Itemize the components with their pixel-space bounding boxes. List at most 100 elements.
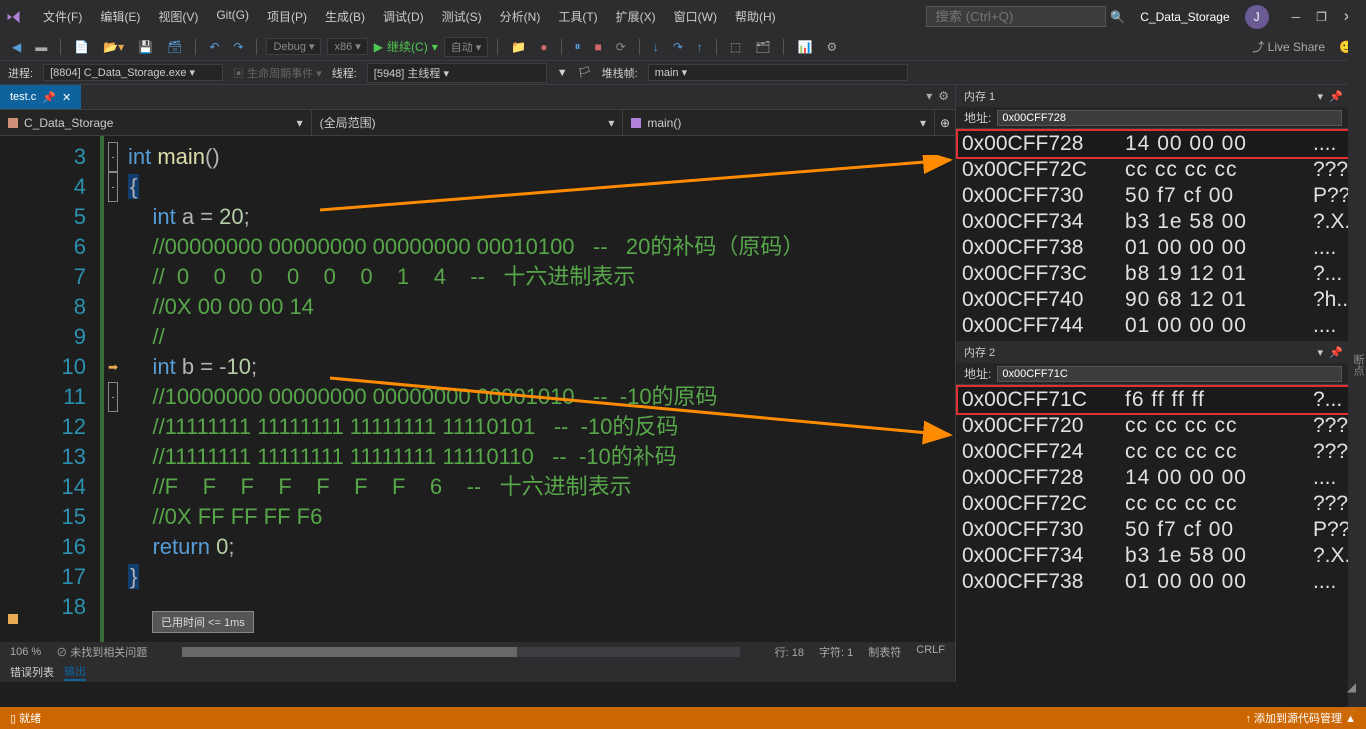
step-out-icon[interactable]: ↑: [693, 38, 707, 56]
menu-item[interactable]: 帮助(H): [727, 4, 784, 29]
source-control-add[interactable]: ↑ 添加到源代码管理 ▲: [1246, 710, 1357, 726]
memory-row: 0x00CFF724cc cc cc cc????: [958, 439, 1364, 465]
step-over-icon[interactable]: ↷: [669, 38, 687, 56]
minimize-icon[interactable]: ─: [1292, 10, 1301, 24]
editor-tabbar: test.c 📌 ✕ ▾ ⚙: [0, 85, 955, 110]
auto-dropdown[interactable]: 自动 ▾: [444, 37, 489, 57]
dropdown-icon[interactable]: ▾: [1318, 346, 1324, 359]
memory-row: 0x00CFF73Cb8 19 12 01?...: [958, 261, 1364, 287]
pin-icon[interactable]: 📌: [1329, 90, 1343, 103]
close-tab-icon[interactable]: ✕: [62, 91, 71, 104]
nav-breadcrumb: C_Data_Storage▾ (全局范围)▾ main()▾ ⊕: [0, 110, 955, 136]
msbuild-icon[interactable]: 📊: [793, 38, 816, 56]
memory-row: 0x00CFF71Cf6 ff ff ff?...: [958, 387, 1364, 413]
nav-fwd-icon[interactable]: ▬: [31, 38, 51, 56]
step-into-icon[interactable]: ↓: [649, 38, 663, 56]
debug-bar: 进程: [8804] C_Data_Storage.exe ▾ ▣ 生命周期事件…: [0, 61, 1366, 85]
memory-row: 0x00CFF72Ccc cc cc cc????: [958, 157, 1364, 183]
pin-icon[interactable]: 📌: [42, 91, 56, 104]
open-file-icon[interactable]: 📂▾: [99, 38, 128, 56]
restart-icon[interactable]: ⟳: [612, 38, 630, 56]
line-numbers: 3456789101112131415161718: [0, 136, 100, 642]
lifecycle-label: ▣ 生命周期事件 ▾: [233, 65, 322, 81]
resize-handle-icon[interactable]: ◢: [1347, 680, 1356, 694]
settings-icon[interactable]: ⚙: [938, 89, 949, 105]
tab-testc[interactable]: test.c 📌 ✕: [0, 85, 81, 109]
menu-item[interactable]: 窗口(W): [666, 4, 725, 29]
memory-row: 0x00CFF73801 00 00 00....: [958, 569, 1364, 595]
nav-scope[interactable]: (全局范围)▾: [312, 110, 624, 135]
main-menu: 文件(F)编辑(E)视图(V)Git(G)项目(P)生成(B)调试(D)测试(S…: [35, 4, 784, 29]
search-input[interactable]: [926, 6, 1106, 27]
menu-item[interactable]: 项目(P): [259, 4, 315, 29]
menu-item[interactable]: 分析(N): [492, 4, 549, 29]
issues-status: ⊘ 未找到相关问题: [56, 644, 147, 660]
editor-status: 106 % ⊘ 未找到相关问题 行: 18 字符: 1 制表符 CRLF: [0, 642, 955, 662]
memory2-title: 内存 2: [964, 344, 995, 360]
redo-icon[interactable]: ↷: [229, 38, 247, 56]
bottom-tabs: 错误列表 输出: [0, 662, 955, 682]
flag-icon[interactable]: 🏳: [578, 66, 592, 79]
menu-item[interactable]: 生成(B): [317, 4, 373, 29]
save-all-icon[interactable]: 🗃: [163, 38, 186, 56]
config-icon[interactable]: ⚙: [822, 38, 841, 56]
stack-label: 堆栈帧:: [602, 65, 638, 81]
hex-icon[interactable]: ⬚: [726, 38, 745, 56]
nav-plus-icon[interactable]: ▾: [926, 89, 932, 105]
save-icon[interactable]: 💾: [134, 38, 157, 56]
nav-function[interactable]: main()▾: [623, 110, 935, 135]
nav-project[interactable]: C_Data_Storage▾: [0, 110, 312, 135]
addr-input-1[interactable]: [997, 110, 1342, 126]
registers-icon[interactable]: 🗂: [751, 38, 774, 56]
process-dropdown[interactable]: [8804] C_Data_Storage.exe ▾: [43, 64, 223, 81]
stop-icon[interactable]: ■: [591, 38, 606, 56]
hscrollbar[interactable]: [182, 647, 739, 657]
memory-row: 0x00CFF734b3 1e 58 00?.X.: [958, 209, 1364, 235]
status-ready: ▯ 就绪: [10, 710, 41, 726]
nav-back-icon[interactable]: ◀: [8, 38, 25, 56]
cursor-col: 字符: 1: [819, 644, 853, 660]
side-tab-breakpoints[interactable]: 断点: [1348, 0, 1366, 729]
memory-row: 0x00CFF72814 00 00 00....: [958, 131, 1364, 157]
breakpoint-toggle-icon[interactable]: ●: [536, 38, 551, 56]
pause-icon[interactable]: ⏸: [571, 37, 585, 56]
tab-errorlist[interactable]: 错误列表: [10, 664, 54, 680]
avatar[interactable]: J: [1245, 5, 1269, 29]
zoom-level[interactable]: 106 %: [10, 646, 41, 658]
menu-item[interactable]: 工具(T): [550, 4, 605, 29]
filter-icon[interactable]: ▼: [557, 67, 568, 79]
menu-item[interactable]: 视图(V): [150, 4, 206, 29]
code-lines: int main(){ int a = 20; //00000000 00000…: [122, 136, 955, 642]
cursor-line: 行: 18: [775, 644, 804, 660]
menu-item[interactable]: 编辑(E): [92, 4, 148, 29]
platform-dropdown[interactable]: x86 ▾: [327, 38, 367, 55]
memory2-grid: 0x00CFF71Cf6 ff ff ff?...0x00CFF720cc cc…: [956, 385, 1366, 597]
addr-input-2[interactable]: [997, 366, 1342, 382]
split-icon[interactable]: ⊕: [935, 110, 955, 135]
project-name: C_Data_Storage: [1140, 10, 1229, 24]
thread-dropdown[interactable]: [5948] 主线程 ▾: [367, 63, 547, 83]
menu-item[interactable]: Git(G): [208, 4, 257, 29]
addr-label: 地址:: [964, 109, 991, 126]
new-file-icon[interactable]: 📄: [70, 38, 93, 56]
menu-item[interactable]: 扩展(X): [608, 4, 664, 29]
line-ending: CRLF: [916, 644, 945, 660]
memory-row: 0x00CFF72Ccc cc cc cc????: [958, 491, 1364, 517]
maximize-icon[interactable]: ❐: [1316, 10, 1327, 24]
code-editor[interactable]: 3456789101112131415161718 --➡- int main(…: [0, 136, 955, 642]
config-dropdown[interactable]: Debug ▾: [266, 38, 321, 55]
search-icon[interactable]: 🔍: [1110, 10, 1125, 24]
continue-button[interactable]: ▶ 继续(C) ▾: [374, 38, 438, 55]
dropdown-icon[interactable]: ▾: [1318, 90, 1324, 103]
menu-item[interactable]: 文件(F): [35, 4, 90, 29]
menu-item[interactable]: 调试(D): [375, 4, 432, 29]
memory-panel-2: 内存 2 ▾📌✕ 地址: ↻ 0x00CFF71Cf6 ff ff ff?...…: [956, 341, 1366, 597]
undo-icon[interactable]: ↶: [205, 38, 223, 56]
tab-output[interactable]: 输出: [64, 663, 86, 681]
menu-item[interactable]: 测试(S): [434, 4, 490, 29]
stack-dropdown[interactable]: main ▾: [648, 64, 908, 81]
pin-icon[interactable]: 📌: [1329, 346, 1343, 359]
addr-label: 地址:: [964, 365, 991, 382]
folder-icon[interactable]: 📁: [507, 38, 530, 56]
live-share-button[interactable]: ⤴ Live Share: [1248, 36, 1329, 57]
